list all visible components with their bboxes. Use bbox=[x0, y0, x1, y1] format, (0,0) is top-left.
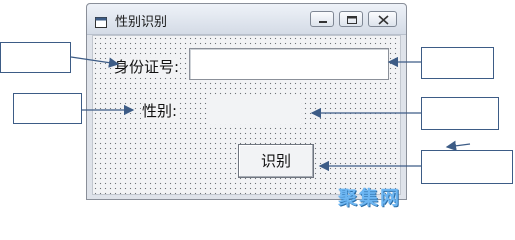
screenshot-stage: 性别识别 身份证号: 性别: 识别 聚集网 bbox=[0, 0, 515, 218]
minimize-button[interactable] bbox=[310, 11, 334, 27]
arrow-stray bbox=[445, 140, 471, 151]
recognize-button[interactable]: 识别 bbox=[238, 144, 314, 178]
annotation-box-id-input bbox=[421, 47, 494, 79]
annotation-box-id-label bbox=[0, 42, 71, 73]
maximize-icon bbox=[347, 16, 357, 24]
window-title: 性别识别 bbox=[115, 15, 168, 30]
id-number-input[interactable] bbox=[189, 48, 389, 80]
maximize-button[interactable] bbox=[339, 11, 363, 27]
close-icon bbox=[378, 15, 389, 25]
gender-recognition-window: 性别识别 身份证号: 性别: 识别 bbox=[86, 3, 407, 200]
gender-label: 性别: bbox=[141, 102, 179, 120]
title-bar[interactable]: 性别识别 bbox=[87, 4, 406, 35]
site-watermark: 聚集网 bbox=[338, 187, 402, 209]
close-button[interactable] bbox=[368, 11, 397, 27]
id-number-label: 身份证号: bbox=[113, 58, 181, 76]
annotation-box-gender-label bbox=[13, 93, 82, 124]
annotation-box-gender-output bbox=[421, 97, 499, 130]
gender-output-field bbox=[209, 96, 301, 124]
annotation-box-recognize-button bbox=[421, 150, 513, 184]
minimize-icon bbox=[319, 21, 327, 23]
window-app-icon bbox=[95, 13, 107, 28]
form-client-area: 身份证号: 性别: 识别 bbox=[92, 35, 401, 195]
